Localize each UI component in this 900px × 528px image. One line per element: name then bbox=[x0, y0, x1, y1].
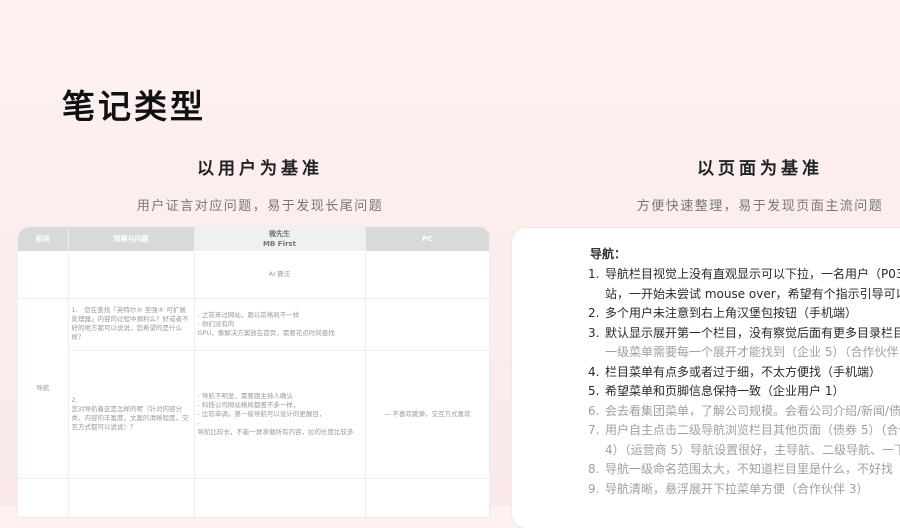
list-item: 3. 默认显示展开第一个栏目，没有察觉后面有更多目录栏目（手 bbox=[588, 324, 900, 344]
table-row: 2. 您对导航着这是怎样的呢（针对内容分类，内容的丰富度，文案的清晰程度，交互方… bbox=[18, 350, 490, 479]
list-item-number: 4. bbox=[588, 364, 600, 379]
table-cell-empty bbox=[68, 478, 195, 517]
list-item: 8. 导航一级命名范围太大，不知道栏目里是什么，不好找（债券 bbox=[588, 460, 900, 480]
table-row: AI 算法 bbox=[18, 251, 490, 299]
navigation-notes-list: 1. 导航栏目视觉上没有直观显示可以下拉，一名用户（P03）误 站，一开始未尝试 m… bbox=[588, 265, 900, 499]
question-cell: 2. 您对导航着这是怎样的呢（针对内容分类，内容的丰富度，文案的清晰程度，交互方… bbox=[68, 350, 195, 479]
ai-algorithm-label: AI 算法 bbox=[194, 251, 366, 299]
navigation-notes-title: 导航： bbox=[590, 247, 627, 261]
table-cell-empty bbox=[18, 251, 69, 299]
list-item-number: 3. bbox=[588, 325, 600, 340]
page-based-subheading: 方便快速整理，易于发现页面主流问题 bbox=[636, 199, 884, 214]
list-item-text: 默认显示展开第一个栏目，没有察觉后面有更多目录栏目（手 bbox=[605, 325, 900, 340]
page-based-column-header: 以页面为基准 方便快速整理，易于发现页面主流问题 bbox=[560, 154, 900, 214]
pc-cell bbox=[365, 298, 490, 351]
page-based-notes-card: 导航： 1. 导航栏目视觉上没有直观显示可以下拉，一名用户（P03）误 站，一开始未… bbox=[512, 228, 900, 528]
list-item-text: 会去看集团菜单，了解公司规模。会看公司介绍/新闻/债券投资 bbox=[605, 403, 900, 418]
page-based-heading: 以页面为基准 bbox=[697, 159, 823, 179]
list-item: 4. 栏目菜单有点多或者过于细，不太方便找（手机端） bbox=[588, 363, 900, 383]
list-item-text: 一级菜单需要每一个展开才能找到（企业 5）（合作伙伴 4） bbox=[605, 345, 900, 359]
page-title: 笔记类型 bbox=[62, 87, 206, 126]
list-item: 7. 用户自主点击二级导航浏览栏目其他页面（债券 5）（合作伙伴 bbox=[588, 421, 900, 441]
table-cell-empty bbox=[68, 251, 195, 299]
pc-cell: — 不喜欢跳弹，交互方式喜欢 bbox=[365, 350, 490, 479]
list-item-text: 用户自主点击二级导航浏览栏目其他页面（债券 5）（合作伙伴 bbox=[605, 423, 900, 437]
list-item: 一级菜单需要每一个展开才能找到（企业 5）（合作伙伴 4） bbox=[588, 343, 900, 363]
list-item-number: 1. bbox=[588, 267, 600, 281]
list-item: 9. 导航清晰，悬浮展开下拉菜单方便（合作伙伴 3） bbox=[588, 480, 900, 500]
list-item: 6. 会去看集团菜单，了解公司规模。会看公司介绍/新闻/债券投资 bbox=[588, 402, 900, 422]
user-based-subheading: 用户证言对应问题，易于发现长尾问题 bbox=[136, 199, 384, 214]
list-item-text: 多个用户未注意到右上角汉堡包按钮（手机端） bbox=[605, 306, 858, 320]
table-row bbox=[18, 478, 490, 517]
list-item-text: 栏目菜单有点多或者过于细，不太方便找（手机端） bbox=[605, 364, 882, 379]
table-header-row: 板块 观察与问题 微先生 MB First PC bbox=[18, 227, 490, 251]
notes-table: 板块 观察与问题 微先生 MB First PC AI 算法 导航 1. 您在查… bbox=[18, 227, 490, 517]
table-cell-empty bbox=[365, 251, 490, 299]
table-header-observation: 观察与问题 bbox=[68, 227, 195, 251]
user-based-column-header: 以用户为基准 用户证言对应问题，易于发现长尾问题 bbox=[60, 154, 460, 214]
list-item-text: 4）（运营商 5）导航设置很好，主导航、二级导航、一下就找 bbox=[605, 442, 900, 457]
list-item: 1. 导航栏目视觉上没有直观显示可以下拉，一名用户（P03）误 bbox=[588, 265, 900, 285]
list-item-text: 站，一开始未尝试 mouse over，希望有个指示引导可以下拉 bbox=[605, 286, 900, 301]
list-item-text: 导航栏目视觉上没有直观显示可以下拉，一名用户（P03）误 bbox=[605, 267, 900, 281]
list-item-text: 导航一级命名范围太大，不知道栏目里是什么，不好找（债券 bbox=[605, 462, 900, 476]
table-cell-empty bbox=[194, 478, 366, 517]
user-based-notes-table-card: 板块 观察与问题 微先生 MB First PC AI 算法 导航 1. 您在查… bbox=[18, 227, 490, 517]
list-item-number: 6. bbox=[588, 403, 600, 418]
list-item-number bbox=[588, 285, 605, 305]
list-item-number: 8. bbox=[588, 462, 600, 476]
list-item: 站，一开始未尝试 mouse over，希望有个指示引导可以下拉 bbox=[588, 285, 900, 305]
table-header-pc: PC bbox=[365, 227, 490, 251]
table-cell-empty bbox=[365, 478, 490, 517]
list-item-number: 2. bbox=[588, 306, 600, 320]
list-item: 2. 多个用户未注意到右上角汉堡包按钮（手机端） bbox=[588, 304, 900, 324]
list-item-number: 9. bbox=[588, 481, 600, 496]
answer-cell: - 导航不明显，需要跟主持人确认 - 科技公司网站格局都差不多一样， - 比较单… bbox=[194, 350, 366, 479]
section-label-navigation: 导航 bbox=[18, 298, 69, 479]
table-header-section: 板块 bbox=[18, 227, 69, 251]
user-based-heading: 以用户为基准 bbox=[197, 159, 323, 179]
list-item-number bbox=[588, 343, 605, 363]
list-item: 5. 希望菜单和页脚信息保持一致（企业用户 1） bbox=[588, 382, 900, 402]
list-item: 4）（运营商 5）导航设置很好，主导航、二级导航、一下就找 bbox=[588, 441, 900, 461]
table-cell-empty bbox=[18, 478, 69, 517]
answer-cell: - 之前来过网站，跟以前格局不一样 - 你们没有的 GPU，像解决方案放在首页，… bbox=[194, 298, 366, 351]
list-item-number: 5. bbox=[588, 384, 600, 398]
list-item-number: 7. bbox=[588, 423, 600, 437]
table-row: 导航 1. 您在查找「英特尔® 至强® 可扩展处理器」内容的过程中顺利么？好或者… bbox=[18, 298, 490, 479]
list-item-text: 希望菜单和页脚信息保持一致（企业用户 1） bbox=[605, 384, 845, 398]
list-item-text: 导航清晰，悬浮展开下拉菜单方便（合作伙伴 3） bbox=[605, 481, 869, 496]
question-cell: 1. 您在查找「英特尔® 至强® 可扩展处理器」内容的过程中顺利么？好或者不好的… bbox=[68, 298, 195, 351]
table-header-participant: 微先生 MB First bbox=[194, 227, 366, 251]
list-item-number bbox=[588, 441, 605, 461]
